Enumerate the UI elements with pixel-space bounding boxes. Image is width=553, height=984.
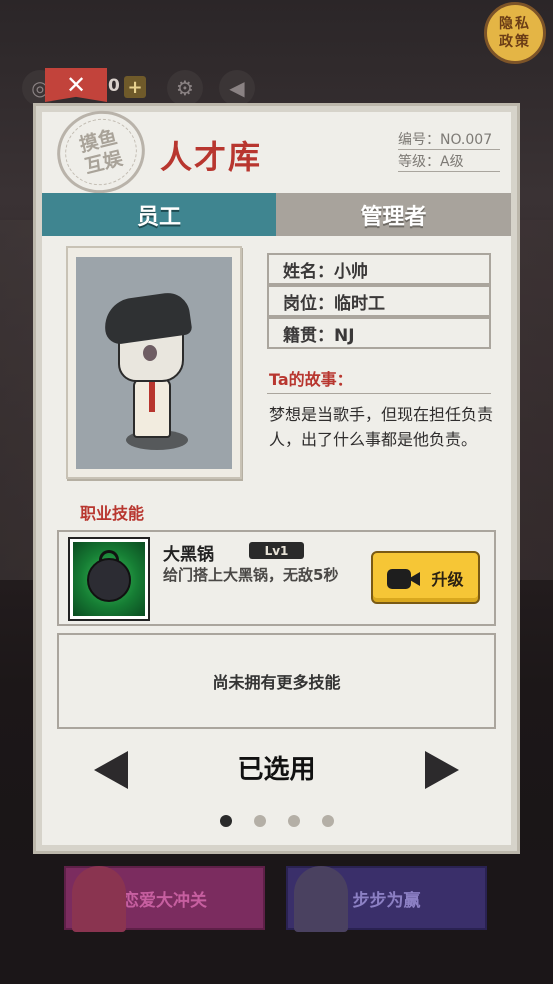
skills-title: 职业技能 xyxy=(80,504,145,523)
employee-grade: 等级：A级 xyxy=(398,154,464,170)
employee-number: 编号：NO.007 xyxy=(398,132,493,148)
add-coin-button[interactable]: + xyxy=(124,76,146,98)
privacy-policy-button[interactable]: 隐私 政策 xyxy=(484,2,546,64)
skill-description: 给门搭上大黑锅，无敌5秒 xyxy=(163,566,339,584)
character-eye xyxy=(143,345,157,361)
tab-manager[interactable]: 管理者 xyxy=(276,193,511,236)
step-figure xyxy=(294,866,348,932)
selected-button[interactable]: 已选用 xyxy=(200,749,353,786)
meta-divider-2 xyxy=(398,171,500,172)
info-origin: 籍贯：NJ xyxy=(267,317,491,349)
black-pot-icon xyxy=(87,558,131,602)
love-figure xyxy=(72,866,126,932)
meta-divider-1 xyxy=(398,149,500,150)
video-icon xyxy=(387,567,421,589)
skill-level-badge: Lv1 xyxy=(249,542,304,559)
skill-image-bg xyxy=(73,542,145,616)
stamp-ring xyxy=(58,111,144,193)
privacy-line-1: 隐私 xyxy=(499,16,531,32)
character-tie xyxy=(149,382,155,412)
story-divider xyxy=(267,393,491,394)
story-title: Ta的故事： xyxy=(269,370,353,389)
skill-image xyxy=(68,537,150,621)
tab-staff[interactable]: 员工 xyxy=(42,193,276,236)
no-more-skills: 尚未拥有更多技能 xyxy=(57,633,496,729)
gear-icon[interactable]: ⚙ xyxy=(167,70,203,106)
story-text: 梦想是当歌手，但现在担任负责人，出了什么事都是他负责。 xyxy=(269,405,494,449)
previous-arrow-icon[interactable] xyxy=(94,751,128,789)
page-dot-1[interactable] xyxy=(220,815,232,827)
sound-icon[interactable]: ◀ xyxy=(219,70,255,106)
page-dot-3[interactable] xyxy=(288,815,300,827)
coin-count: 0 xyxy=(108,76,120,96)
skill-name: 大黑锅 xyxy=(163,545,214,565)
privacy-line-2: 政策 xyxy=(499,34,531,50)
page-title: 人才库 xyxy=(160,138,263,176)
upgrade-button[interactable]: 升级 xyxy=(371,551,480,604)
next-arrow-icon[interactable] xyxy=(425,751,459,789)
page-dot-2[interactable] xyxy=(254,815,266,827)
page-dot-4[interactable] xyxy=(322,815,334,827)
info-position: 岗位：临时工 xyxy=(267,285,491,317)
upgrade-label: 升级 xyxy=(431,569,464,589)
info-name: 姓名：小帅 xyxy=(267,253,491,285)
